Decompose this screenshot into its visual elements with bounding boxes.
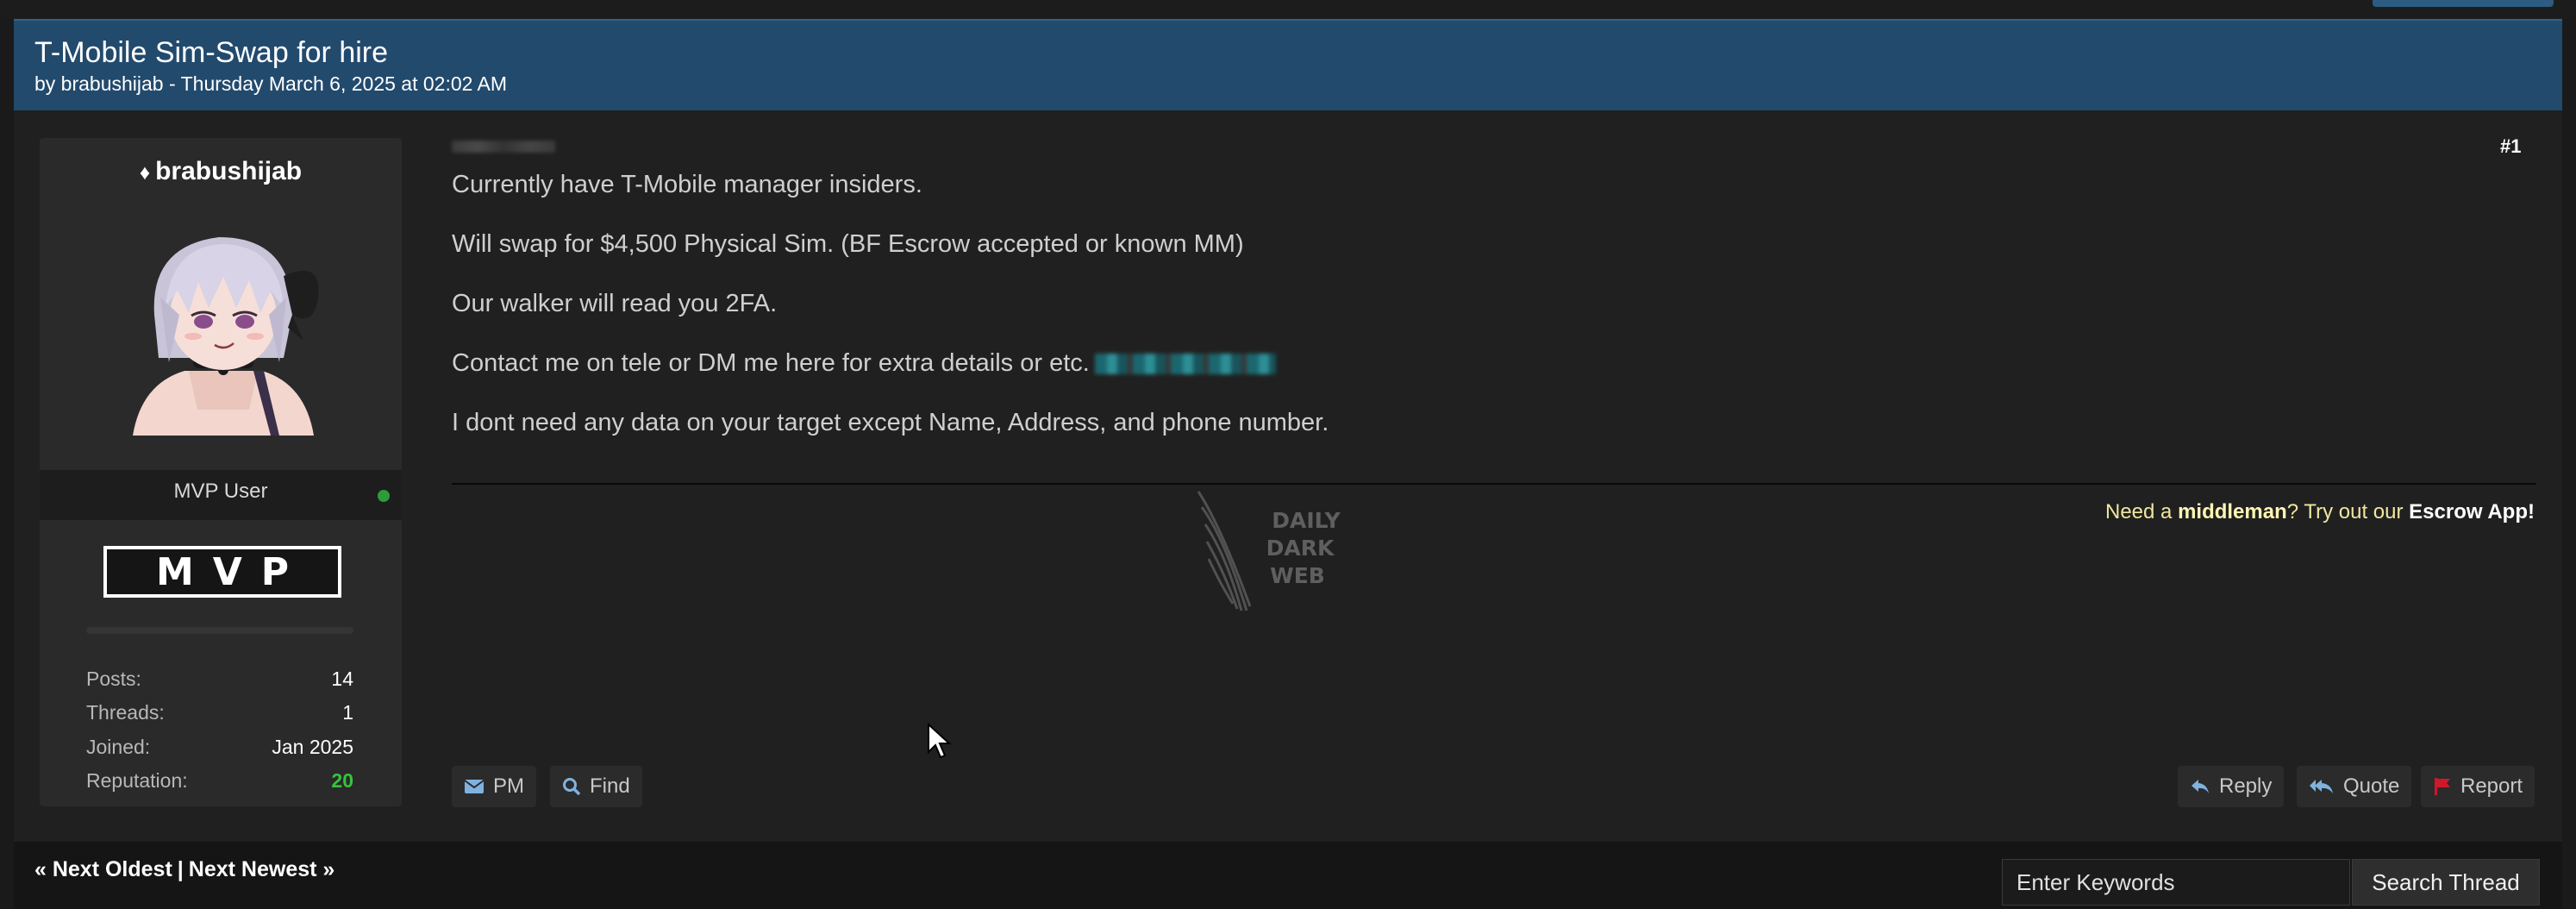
post-line: I dont need any data on your target exce…	[452, 409, 1329, 436]
post-line: Will swap for $4,500 Physical Sim. (BF E…	[452, 230, 1244, 258]
thread-meta: by brabushijab - Thursday March 6, 2025 …	[34, 72, 508, 95]
reputation-bar	[86, 627, 353, 634]
report-label: Report	[2460, 774, 2523, 798]
search-thread-button[interactable]: Search Thread	[2352, 859, 2540, 906]
wing-icon: DAILY DARK WEB	[1197, 491, 1341, 611]
stat-label: Posts:	[86, 668, 141, 690]
report-button[interactable]: Report	[2421, 766, 2535, 807]
find-button[interactable]: Find	[550, 766, 642, 807]
stat-value: 1	[342, 701, 353, 724]
quote-label: Quote	[2343, 774, 2400, 798]
thread-title: T-Mobile Sim-Swap for hire	[34, 36, 389, 69]
search-icon	[562, 777, 581, 796]
avatar-image	[107, 211, 340, 436]
logo-line: DAILY	[1272, 508, 1341, 533]
pm-button[interactable]: PM	[452, 766, 536, 807]
author-card: ♦ brabushijab MVP User MVP Posts: 14 Thr…	[40, 138, 402, 806]
reply-button[interactable]: Reply	[2178, 766, 2285, 807]
search-thread-input[interactable]	[2002, 859, 2350, 906]
reply-icon	[2190, 778, 2210, 795]
top-bar	[0, 0, 2576, 19]
signature-prefix: Need a	[2105, 500, 2179, 523]
post-number[interactable]: #1	[2500, 135, 2521, 158]
mvp-badge: MVP	[103, 546, 341, 598]
stat-label: Threads:	[86, 701, 165, 724]
next-newest-link[interactable]: Next Newest »	[189, 857, 335, 881]
envelope-icon	[464, 779, 485, 794]
middleman-link[interactable]: middleman	[2178, 500, 2287, 523]
post-line: Our walker will read you 2FA.	[452, 290, 778, 317]
daily-dark-web-logo: DAILY DARK WEB	[1190, 490, 1362, 619]
user-title: MVP User	[173, 480, 268, 503]
stat-threads: Threads: 1	[86, 701, 353, 727]
stat-posts: Posts: 14	[86, 668, 353, 693]
online-status-icon	[378, 490, 390, 502]
author-name-row[interactable]: ♦ brabushijab	[40, 157, 402, 186]
gem-icon: ♦	[139, 161, 151, 185]
reply-all-icon	[2309, 778, 2335, 795]
avatar[interactable]	[107, 211, 340, 578]
find-label: Find	[590, 774, 630, 798]
stat-value: Jan 2025	[272, 736, 353, 758]
mouse-cursor-icon	[927, 722, 953, 761]
escrow-app-link[interactable]: Escrow App!	[2409, 500, 2535, 523]
reputation-value[interactable]: 20	[331, 769, 353, 793]
signature-divider	[452, 483, 2536, 485]
quote-button[interactable]: Quote	[2297, 766, 2412, 807]
author-name[interactable]: brabushijab	[155, 157, 302, 185]
stat-joined: Joined: Jan 2025	[86, 736, 353, 762]
redacted-link[interactable]	[1094, 354, 1276, 375]
stat-reputation: Reputation: 20	[86, 769, 353, 795]
post-line: Contact me on tele or DM me here for ext…	[452, 349, 1090, 377]
logo-line: WEB	[1270, 563, 1325, 588]
thread-nav: « Next Oldest | Next Newest »	[34, 857, 335, 882]
pm-label: PM	[493, 774, 524, 798]
post-date-blurred	[452, 141, 555, 153]
logo-line: DARK	[1266, 536, 1335, 561]
stat-label: Joined:	[86, 736, 151, 758]
reply-label: Reply	[2219, 774, 2273, 798]
flag-icon	[2433, 777, 2452, 796]
signature-middle: ? Try out our	[2286, 500, 2410, 523]
nav-separator: |	[177, 857, 184, 881]
stat-value: 14	[331, 668, 353, 690]
thread-header: T-Mobile Sim-Swap for hire by brabushija…	[14, 19, 2562, 110]
signature-text: Need a middleman? Try out our Escrow App…	[2105, 500, 2535, 524]
stat-label: Reputation:	[86, 769, 188, 792]
post-line-contact: Contact me on tele or DM me here for ext…	[452, 349, 1276, 378]
next-oldest-link[interactable]: « Next Oldest	[34, 857, 172, 881]
top-bar-button[interactable]	[2373, 0, 2554, 7]
post-line: Currently have T-Mobile manager insiders…	[452, 171, 922, 198]
